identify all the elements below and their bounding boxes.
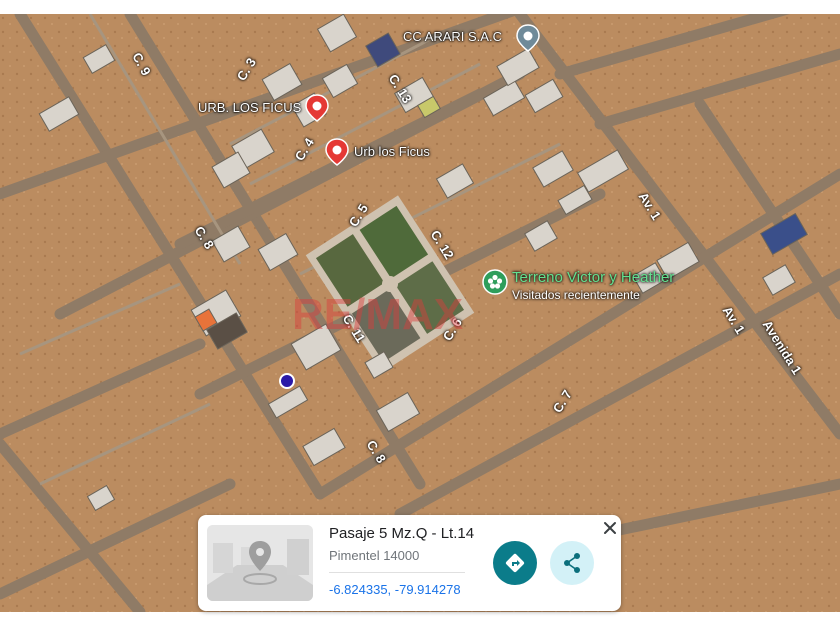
place-address: Pimentel 14000 [329,548,420,563]
directions-icon [505,553,525,573]
street-view-image [207,525,313,601]
share-button[interactable] [550,541,594,585]
place-info-card[interactable]: Pasaje 5 Mz.Q - Lt.14 Pimentel 14000 -6.… [198,515,621,611]
red-pin-icon [305,94,329,122]
place-arari-label: CC ARARI S.A.C [403,29,502,44]
place-terreno-label: Terreno Victor y Heather [512,269,675,286]
red-pin-icon [325,138,349,166]
close-button[interactable] [601,519,619,537]
gray-pin-icon [516,24,540,52]
share-icon [564,553,580,573]
place-ficus-upper-label: URB. LOS FICUS [198,100,302,115]
directions-button[interactable] [493,541,537,585]
card-divider [329,572,465,573]
close-icon [604,522,616,534]
place-coordinates[interactable]: -6.824335, -79.914278 [329,582,461,597]
place-ficus-lower-label: Urb los Ficus [354,144,430,159]
place-title: Pasaje 5 Mz.Q - Lt.14 [329,525,475,542]
place-terreno-sublabel: Visitados recientemente [512,288,640,302]
watermark: RE/MAX [292,290,464,339]
street-view-thumbnail[interactable] [207,525,313,601]
saved-place-icon [482,269,508,295]
current-location-dot [279,373,295,389]
